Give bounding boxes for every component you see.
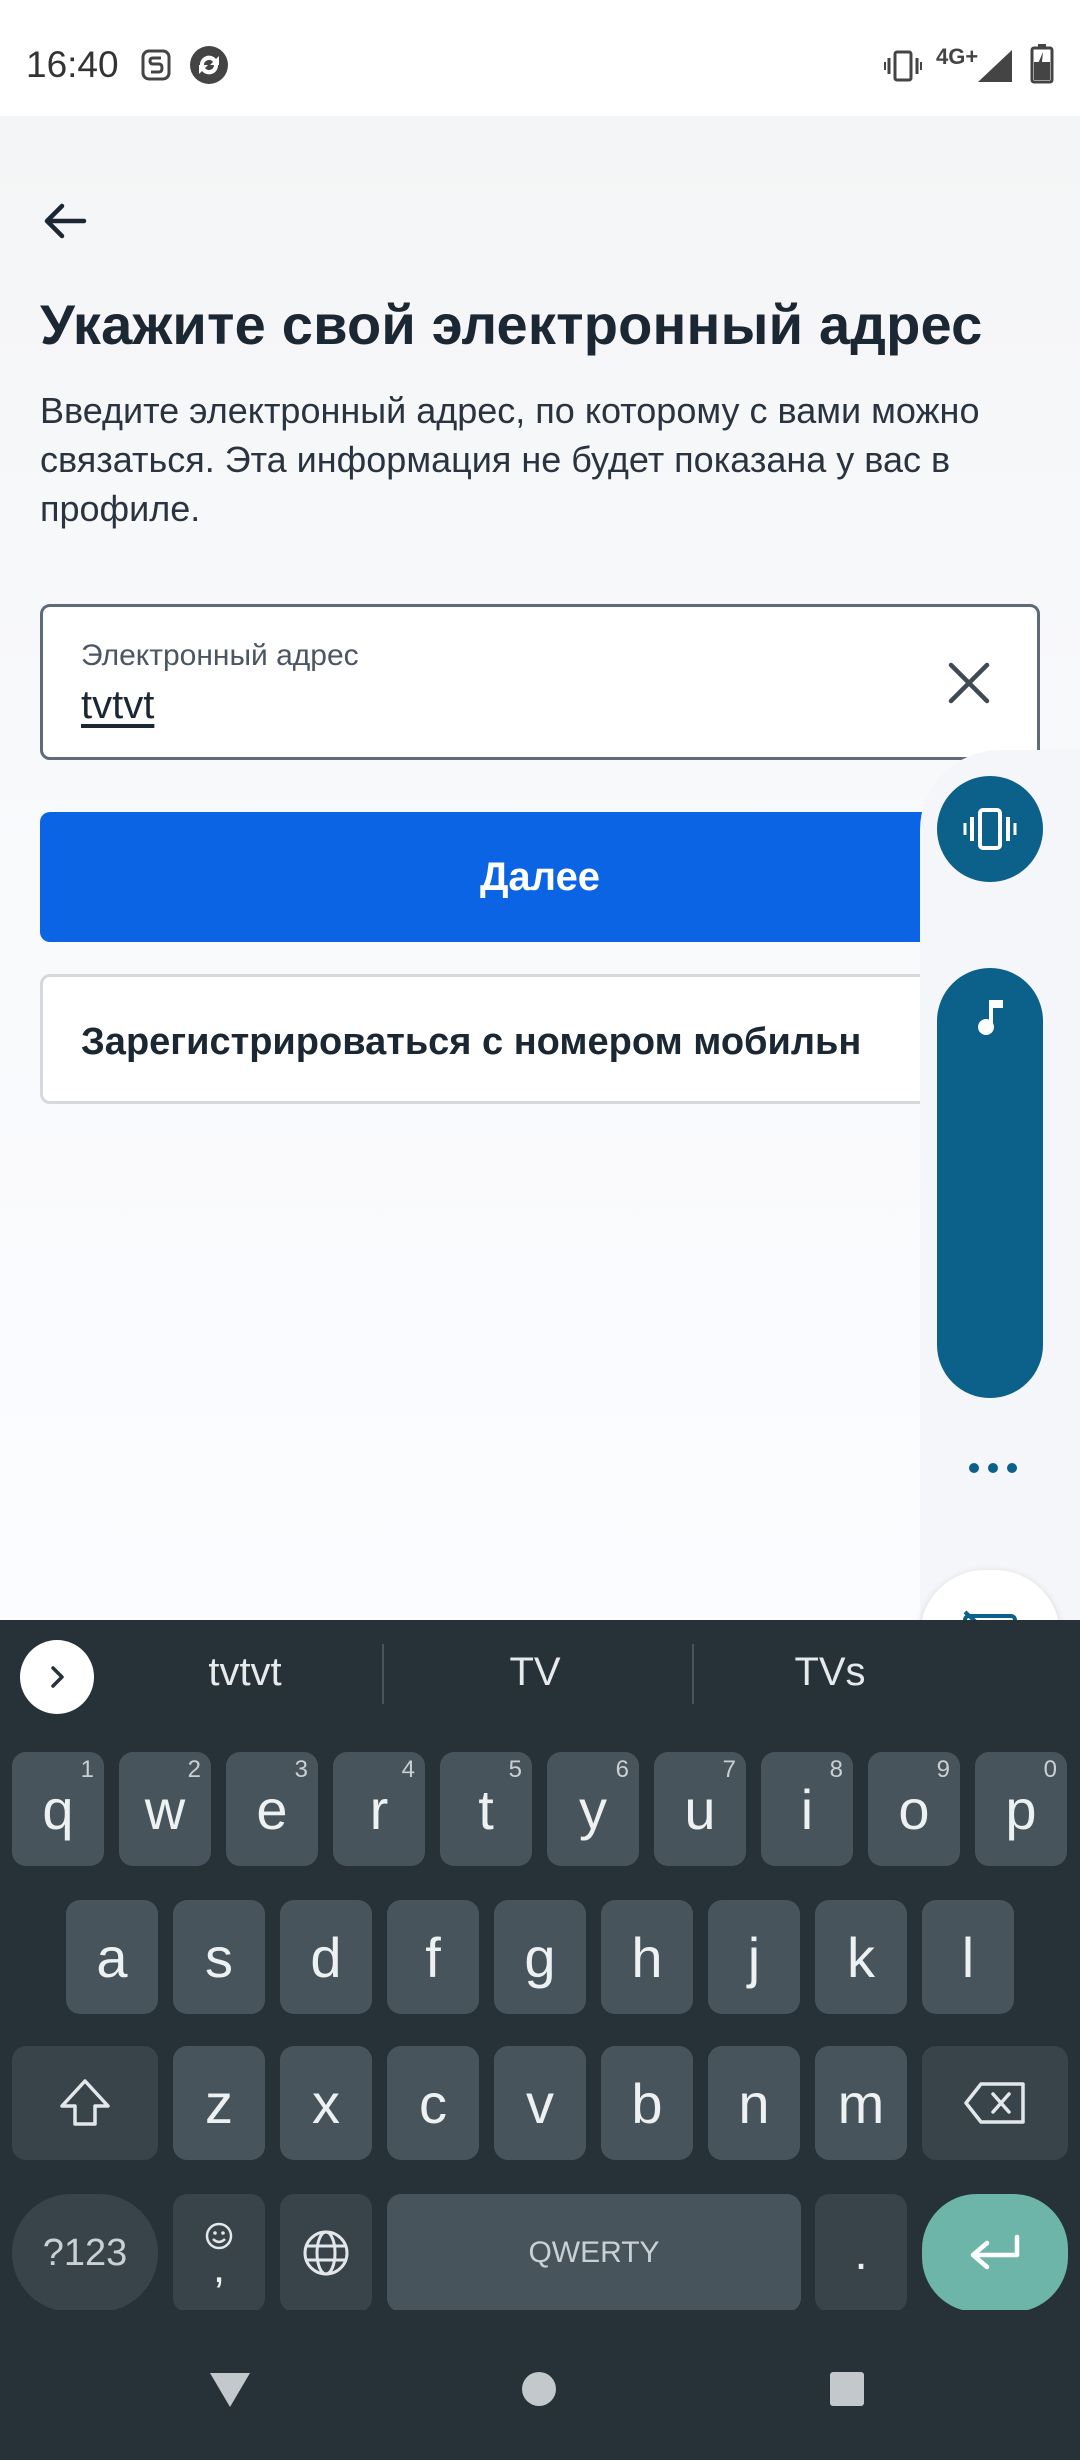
- key-c[interactable]: c: [387, 2046, 479, 2160]
- home-circle-icon[interactable]: [520, 2370, 558, 2408]
- email-field-label: Электронный адрес: [81, 639, 359, 672]
- notification-s-icon: [140, 48, 172, 87]
- status-time: 16:40: [26, 44, 119, 85]
- key-z[interactable]: z: [173, 2046, 265, 2160]
- shift-icon: [60, 2079, 110, 2126]
- key-g[interactable]: g: [494, 1900, 586, 2014]
- sync-icon: [188, 44, 230, 91]
- keyboard-menu-button[interactable]: [20, 1640, 94, 1714]
- arrow-left-icon: [44, 203, 87, 239]
- key-e[interactable]: e3: [226, 1752, 318, 1866]
- key-k[interactable]: k: [815, 1900, 907, 2014]
- key-p[interactable]: p0: [975, 1752, 1067, 1866]
- suggestion-divider: [382, 1644, 384, 1704]
- email-field-value[interactable]: tvtvt: [81, 683, 154, 728]
- key-t[interactable]: t5: [440, 1752, 532, 1866]
- navigation-bar: [0, 2310, 1080, 2460]
- key-j[interactable]: j: [708, 1900, 800, 2014]
- media-volume-slider[interactable]: [937, 968, 1043, 1398]
- status-bar: 16:40 4G+: [0, 0, 1080, 116]
- more-horizontal-icon[interactable]: [968, 1460, 1018, 1476]
- language-key[interactable]: [280, 2194, 372, 2312]
- key-r[interactable]: r4: [333, 1752, 425, 1866]
- recents-square-icon[interactable]: [828, 2370, 866, 2408]
- key-w[interactable]: w2: [119, 1752, 211, 1866]
- enter-icon: [970, 2234, 1020, 2270]
- page-title: Укажите свой электронный адрес: [40, 293, 983, 356]
- key-q[interactable]: q1: [12, 1752, 104, 1866]
- suggestion-1[interactable]: tvtvt: [150, 1650, 340, 1695]
- clear-button[interactable]: [945, 659, 993, 707]
- key-a[interactable]: a: [66, 1900, 158, 2014]
- vibrate-icon: [963, 808, 1017, 850]
- chevron-right-icon: [51, 1666, 64, 1688]
- suggestion-3[interactable]: TVs: [735, 1650, 925, 1695]
- shift-key[interactable]: [12, 2046, 158, 2160]
- close-icon: [948, 662, 990, 704]
- page-description: Введите электронный адрес, по которому с…: [40, 390, 980, 529]
- suggestion-divider: [692, 1644, 694, 1704]
- suggestion-bar: tvtvt TV TVs: [0, 1620, 1080, 1730]
- globe-icon: [303, 2230, 349, 2276]
- ringer-mode-button[interactable]: [937, 776, 1043, 882]
- vibrate-icon: [884, 50, 922, 87]
- register-phone-button[interactable]: Зарегистрироваться с номером мобильн: [40, 974, 1040, 1104]
- key-o[interactable]: o9: [868, 1752, 960, 1866]
- key-m[interactable]: m: [815, 2046, 907, 2160]
- key-x[interactable]: x: [280, 2046, 372, 2160]
- key-h[interactable]: h: [601, 1900, 693, 2014]
- music-note-icon: [978, 1000, 1003, 1035]
- key-f[interactable]: f: [387, 1900, 479, 2014]
- key-d[interactable]: d: [280, 1900, 372, 2014]
- emoji-comma-key[interactable]: ,: [173, 2194, 265, 2312]
- next-button[interactable]: Далее: [40, 812, 1040, 942]
- enter-key[interactable]: [922, 2194, 1068, 2312]
- space-key[interactable]: QWERTY: [387, 2194, 801, 2312]
- signal-icon: [976, 48, 1014, 89]
- back-button[interactable]: [40, 196, 90, 246]
- network-type: 4G+: [936, 44, 979, 69]
- symbols-key[interactable]: ?123: [12, 2194, 158, 2312]
- period-key[interactable]: .: [815, 2194, 907, 2312]
- key-y[interactable]: y6: [547, 1752, 639, 1866]
- key-i[interactable]: i8: [761, 1752, 853, 1866]
- register-phone-label: Зарегистрироваться с номером мобильн: [81, 1021, 862, 1063]
- suggestion-2[interactable]: TV: [440, 1650, 630, 1695]
- back-triangle-icon[interactable]: [208, 2370, 252, 2410]
- key-s[interactable]: s: [173, 1900, 265, 2014]
- email-field[interactable]: Электронный адрес tvtvt: [40, 604, 1040, 760]
- key-l[interactable]: l: [922, 1900, 1014, 2014]
- keyboard: tvtvt TV TVs q1 w2 e3 r4 t5 y6 u7 i8 o9 …: [0, 1620, 1080, 2312]
- battery-charging-icon: [1030, 44, 1054, 89]
- backspace-icon: [964, 2082, 1025, 2124]
- key-v[interactable]: v: [494, 2046, 586, 2160]
- app-content: Укажите свой электронный адрес Введите э…: [0, 116, 1080, 1620]
- key-n[interactable]: n: [708, 2046, 800, 2160]
- key-u[interactable]: u7: [654, 1752, 746, 1866]
- key-b[interactable]: b: [601, 2046, 693, 2160]
- backspace-key[interactable]: [922, 2046, 1068, 2160]
